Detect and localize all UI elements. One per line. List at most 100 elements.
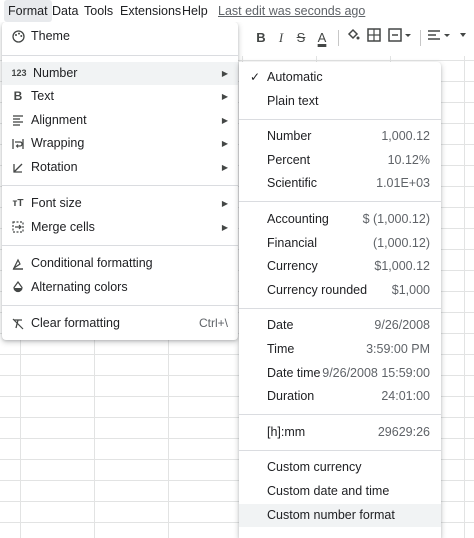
- menu-item-shortcut: Ctrl+\: [198, 316, 228, 330]
- number-format-example: $1,000: [391, 282, 430, 297]
- menu-item-label: Font size: [31, 196, 82, 210]
- number-format-plain-text[interactable]: Plain text: [239, 90, 441, 114]
- number-icon: 123: [11, 67, 27, 78]
- number-format-example: 1.01E+03: [376, 176, 430, 191]
- number-format-example: (1,000.12): [373, 235, 430, 250]
- bold-button[interactable]: B: [252, 28, 270, 48]
- last-edit-link[interactable]: Last edit was seconds ago: [218, 0, 365, 22]
- number-format-duration[interactable]: Duration 24:01:00: [239, 385, 441, 409]
- menu-item-label: Theme: [31, 29, 70, 43]
- number-format-label: Duration: [267, 389, 315, 404]
- menu-item-alternating-colors[interactable]: Alternating colors: [2, 276, 238, 300]
- strikethrough-button[interactable]: S: [292, 28, 310, 48]
- check-icon: ✓: [250, 70, 261, 84]
- menu-item-label: Alternating colors: [31, 279, 128, 294]
- toolbar: B I S A: [240, 24, 474, 52]
- submenu-arrow-icon: ▶: [221, 92, 228, 101]
- number-format-label: Accounting: [267, 211, 329, 226]
- menu-item-label: Alignment: [31, 112, 87, 127]
- align-icon[interactable]: [426, 28, 452, 48]
- font-size-icon: тT: [12, 198, 24, 209]
- menu-item-conditional-formatting[interactable]: Conditional formatting: [2, 252, 238, 276]
- menu-item-font-size[interactable]: тT Font size ▶: [2, 192, 238, 216]
- menu-divider: [239, 449, 441, 451]
- number-format-example: 9/26/2008 15:59:00: [322, 365, 430, 380]
- number-format-label: Financial: [267, 235, 318, 250]
- number-format-example: 3:59:00 PM: [366, 341, 430, 356]
- more-icon[interactable]: [454, 28, 472, 48]
- number-format-custom-date-time[interactable]: Custom date and time: [239, 480, 441, 504]
- submenu-arrow-icon: ▶: [221, 68, 228, 78]
- number-format-number[interactable]: Number 1,000.12: [239, 125, 441, 149]
- submenu-arrow-icon: ▶: [221, 199, 228, 208]
- number-format-label: Percent: [267, 152, 311, 167]
- italic-button[interactable]: I: [272, 28, 290, 48]
- menu-item-rotation[interactable]: Rotation ▶: [2, 156, 238, 180]
- menu-extensions[interactable]: Extensions: [116, 0, 185, 22]
- menu-item-label: Number: [33, 65, 78, 80]
- number-format-example: 24:01:00: [381, 389, 430, 404]
- menu-tools[interactable]: Tools: [80, 0, 117, 22]
- menu-item-clear-formatting[interactable]: Clear formatting Ctrl+\: [2, 312, 238, 336]
- menu-divider: [239, 307, 441, 309]
- number-format-currency-rounded[interactable]: Currency rounded $1,000: [239, 279, 441, 303]
- menu-item-label: Text: [31, 89, 54, 103]
- toolbar-divider: [338, 30, 339, 46]
- menu-item-number[interactable]: 123 Number ▶: [2, 61, 238, 85]
- palette-icon: [11, 30, 25, 44]
- number-format-label: Date: [267, 318, 294, 333]
- number-format-custom-number[interactable]: Custom number format: [239, 503, 441, 528]
- menu-divider: [2, 54, 238, 56]
- droplet-icon: [11, 280, 25, 294]
- menu-help[interactable]: Help: [178, 0, 212, 22]
- number-format-hours-minutes[interactable]: [h]:mm 29629:26: [239, 421, 441, 445]
- menu-divider: [2, 185, 238, 186]
- number-format-date[interactable]: Date 9/26/2008: [239, 314, 441, 338]
- text-color-button[interactable]: A: [313, 28, 331, 48]
- submenu-arrow-icon: ▶: [221, 222, 228, 232]
- conditional-icon: [11, 257, 25, 271]
- number-format-example: $1,000.12: [374, 259, 430, 274]
- number-format-label: Custom currency: [267, 460, 362, 475]
- submenu-arrow-icon: ▶: [221, 162, 228, 172]
- rotation-icon: [11, 160, 25, 174]
- merge-icon: [11, 220, 25, 234]
- number-format-accounting[interactable]: Accounting $ (1,000.12): [239, 208, 441, 232]
- menu-divider: [239, 118, 441, 120]
- menu-item-theme[interactable]: Theme: [2, 25, 238, 49]
- menu-item-wrapping[interactable]: Wrapping ▶: [2, 132, 238, 156]
- menu-data[interactable]: Data: [48, 0, 82, 22]
- number-format-label: Custom number format: [267, 507, 395, 522]
- bold-icon: B: [13, 89, 23, 103]
- borders-icon[interactable]: [365, 28, 383, 48]
- menu-item-alignment[interactable]: Alignment ▶: [2, 109, 238, 133]
- number-submenu: ✓ Automatic Plain text Number 1,000.12 P…: [239, 62, 441, 538]
- number-format-percent[interactable]: Percent 10.12%: [239, 149, 441, 173]
- number-format-scientific[interactable]: Scientific 1.01E+03: [239, 172, 441, 196]
- menu-divider: [239, 201, 441, 203]
- number-format-date-time[interactable]: Date time 9/26/2008 15:59:00: [239, 362, 441, 386]
- menu-divider: [2, 245, 238, 246]
- number-format-label: Currency rounded: [267, 282, 368, 297]
- fill-color-icon[interactable]: [344, 28, 362, 48]
- menubar: Format Data Tools Extensions Help Last e…: [0, 0, 474, 22]
- number-format-currency[interactable]: Currency $1,000.12: [239, 255, 441, 279]
- number-format-label: Automatic: [267, 70, 323, 84]
- number-format-automatic[interactable]: ✓ Automatic: [239, 66, 441, 90]
- number-format-financial[interactable]: Financial (1,000.12): [239, 232, 441, 256]
- number-format-custom-currency[interactable]: Custom currency: [239, 456, 441, 480]
- format-menu: Theme 123 Number ▶ B Text ▶ Alignment ▶ …: [2, 22, 238, 340]
- menu-item-text[interactable]: B Text ▶: [2, 85, 238, 109]
- menu-divider: [2, 305, 238, 306]
- number-format-example: 9/26/2008: [374, 318, 430, 333]
- submenu-arrow-icon: ▶: [221, 139, 228, 148]
- menu-item-merge-cells[interactable]: Merge cells ▶: [2, 216, 238, 240]
- menu-format[interactable]: Format: [4, 0, 52, 22]
- number-format-example: 29629:26: [377, 424, 430, 439]
- align-left-icon: [11, 113, 25, 127]
- menu-divider: [239, 414, 441, 416]
- merge-cells-icon[interactable]: [387, 28, 413, 48]
- toolbar-divider: [420, 30, 421, 46]
- number-format-time[interactable]: Time 3:59:00 PM: [239, 338, 441, 362]
- number-format-label: Currency: [267, 259, 318, 274]
